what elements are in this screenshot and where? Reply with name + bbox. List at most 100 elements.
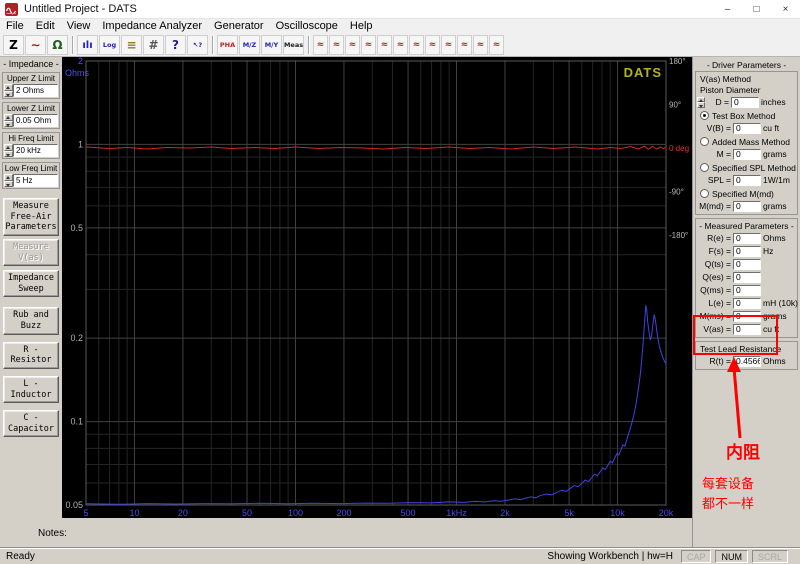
menu-item-edit[interactable]: Edit [30, 19, 61, 34]
log-scale-button[interactable]: Log [99, 35, 120, 55]
r-resistor-button[interactable]: R - Resistor [3, 342, 59, 369]
window-title: Untitled Project - DATS [24, 3, 137, 15]
preset-10-button[interactable]: ≈ [457, 35, 472, 55]
spinner-up-down-buttons[interactable] [4, 144, 13, 157]
annotation-arrow [722, 356, 752, 440]
sine-generator-button[interactable]: ∼ [25, 35, 46, 55]
c-capacitor-button[interactable]: C - Capacitor [3, 410, 59, 437]
measure-vas-button[interactable]: Measure V(as) [3, 239, 59, 266]
qts-label: Q(ts) = [697, 259, 733, 269]
preset-8-button[interactable]: ≈ [425, 35, 440, 55]
menu-item-help[interactable]: Help [344, 19, 379, 34]
notes-row: Notes: [0, 518, 692, 547]
l-inductor-button[interactable]: L - Inductor [3, 376, 59, 403]
measured-parameters-title: - Measured Parameters - [697, 221, 796, 231]
plot-border [86, 61, 666, 505]
radio-icon [700, 163, 709, 172]
close-button[interactable]: × [771, 0, 800, 18]
svg-text:0 deg: 0 deg [669, 144, 689, 153]
measured-param-row: L(e) = 0 mH (10k) [697, 297, 796, 309]
vas-unit: cu ft [761, 324, 779, 334]
svg-text:0.5: 0.5 [70, 223, 83, 233]
svg-text:180°: 180° [669, 57, 686, 66]
mmd-input[interactable]: 0 [733, 201, 761, 212]
m-input[interactable]: 0 [733, 149, 761, 160]
legend-button[interactable]: ≡ [121, 35, 142, 55]
impedance-sweep-button[interactable]: Impedance Sweep [3, 270, 59, 297]
rub-and-buzz-button[interactable]: Rub and Buzz [3, 307, 59, 334]
preset-12-button[interactable]: ≈ [489, 35, 504, 55]
svg-text:10k: 10k [610, 508, 625, 518]
vas-method-group: V(as) Method Piston Diameter D = 0 inche… [695, 71, 798, 215]
measured-param-row: Q(ms) = 0 [697, 284, 796, 296]
magnitude-y-toggle-button[interactable]: M/Y [261, 35, 282, 55]
hi-freq-limit-value[interactable]: 20 kHz [13, 144, 58, 157]
spinner-up-down-buttons[interactable] [4, 174, 13, 187]
specified-spl-method-radio[interactable]: Specified SPL Method [700, 162, 796, 173]
title-bar: Untitled Project - DATS – □ × [0, 0, 800, 19]
bar-graph-button[interactable]: ılı [77, 35, 98, 55]
preset-5-button[interactable]: ≈ [377, 35, 392, 55]
grid-button[interactable]: # [143, 35, 164, 55]
spinner-up-down-buttons[interactable] [4, 114, 13, 127]
preset-9-button[interactable]: ≈ [441, 35, 456, 55]
fs-value: 0 [733, 246, 761, 257]
re-unit: Ohms [761, 233, 786, 243]
lower-z-limit-spinner: 0.05 Ohm [4, 114, 58, 127]
minimize-button[interactable]: – [713, 0, 742, 18]
phase-toggle-button[interactable]: PHA [217, 35, 238, 55]
preset-4-button[interactable]: ≈ [361, 35, 376, 55]
num-lock-indicator: NUM [715, 550, 748, 563]
context-help-button[interactable]: ↖? [187, 35, 208, 55]
help-button[interactable]: ? [165, 35, 186, 55]
magnitude-z-toggle-button[interactable]: M/Z [239, 35, 260, 55]
mms-unit: grams [761, 311, 787, 321]
preset-3-button[interactable]: ≈ [345, 35, 360, 55]
qms-label: Q(ms) = [697, 285, 733, 295]
app-icon [5, 3, 18, 16]
impedance-trace [86, 305, 666, 504]
spl-input[interactable]: 0 [733, 175, 761, 186]
vb-input[interactable]: 0 [733, 123, 761, 134]
menu-item-oscilloscope[interactable]: Oscilloscope [270, 19, 344, 34]
impedance-z-button[interactable]: Z [3, 35, 24, 55]
low-freq-limit-value[interactable]: 5 Hz [13, 174, 58, 187]
preset-7-button[interactable]: ≈ [409, 35, 424, 55]
svg-text:50: 50 [242, 508, 252, 518]
menu-item-view[interactable]: View [61, 19, 97, 34]
preset-1-button[interactable]: ≈ [313, 35, 328, 55]
menu-item-impedance-analyzer[interactable]: Impedance Analyzer [96, 19, 208, 34]
upper-z-limit-value[interactable]: 2 Ohms [13, 84, 58, 97]
preset-2-button[interactable]: ≈ [329, 35, 344, 55]
d-input[interactable]: 0 [731, 97, 759, 108]
status-right-section: Showing Workbench | hw=H CAP NUM SCRL [547, 550, 800, 563]
preset-6-button[interactable]: ≈ [393, 35, 408, 55]
preset-11-button[interactable]: ≈ [473, 35, 488, 55]
menu-item-file[interactable]: File [0, 19, 30, 34]
vas-value: 0 [733, 324, 761, 335]
caps-lock-indicator: CAP [681, 550, 712, 563]
test-box-method-radio[interactable]: Test Box Method [700, 110, 796, 121]
lower-z-limit-label: Lower Z Limit [4, 104, 58, 113]
svg-text:0.2: 0.2 [70, 333, 83, 343]
m-unit: grams [761, 149, 787, 159]
qts-value: 0 [733, 259, 761, 270]
calibrate-button[interactable]: Ω [47, 35, 68, 55]
lower-z-limit-value[interactable]: 0.05 Ohm [13, 114, 58, 127]
svg-text:0.05: 0.05 [65, 500, 83, 510]
test-box-method-label: Test Box Method [712, 111, 775, 121]
spl-row: SPL = 0 1W/1m [697, 174, 796, 186]
measured-param-row: R(e) = 0 Ohms [697, 232, 796, 244]
measurement-window-button[interactable]: Meas [283, 35, 304, 55]
menu-item-generator[interactable]: Generator [208, 19, 270, 34]
added-mass-method-radio[interactable]: Added Mass Method [700, 136, 796, 147]
piston-diameter-spinner[interactable] [697, 97, 705, 108]
maximize-button[interactable]: □ [742, 0, 771, 18]
measure-free-air-parameters-button[interactable]: Measure Free-Air Parameters [3, 198, 59, 236]
toolbar-separator [72, 36, 74, 54]
phase-tick-labels: 180°90°0 deg-90°-180° [669, 57, 689, 240]
spinner-up-down-buttons[interactable] [4, 84, 13, 97]
toolbar-separator [212, 36, 214, 54]
specified-mmd-radio[interactable]: Specified M(md) [700, 188, 796, 199]
dats-watermark: DATS [624, 65, 662, 80]
